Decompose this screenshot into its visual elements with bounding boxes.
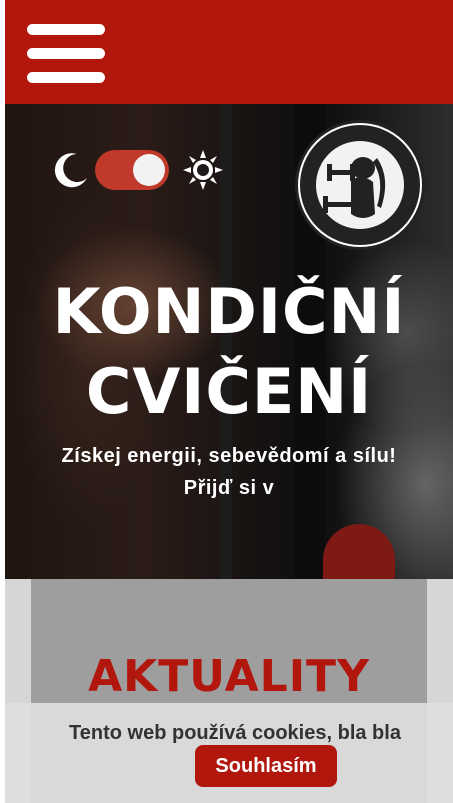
sun-icon[interactable] [181,148,225,192]
hero-title: KONDIČNÍ CVIČENÍ [5,272,453,432]
hero-subtitle-line: Získej energii, sebevědomí a sílu! [61,445,397,467]
hamburger-menu-icon[interactable] [27,24,107,84]
moon-icon[interactable] [51,150,91,190]
accept-cookies-button[interactable]: Souhlasím [195,745,337,787]
menu-line [27,24,105,35]
hero-section: KONDIČNÍ CVIČENÍ Získej energii, sebevěd… [5,104,453,579]
hero-subtitle-line: Přijď si v [183,477,275,499]
news-title: AKTUALITY [88,651,370,702]
top-bar [5,0,453,104]
hero-title-line: CVIČENÍ [85,355,373,428]
hero-title-line: KONDIČNÍ [52,275,406,348]
page: KONDIČNÍ CVIČENÍ Získej energii, sebevěd… [5,0,453,803]
switch-knob [133,154,165,186]
dark-mode-switch[interactable] [95,150,169,190]
cookie-banner: Tento web používá cookies, bla bla bla..… [5,703,453,803]
lion-logo-icon[interactable] [293,118,427,252]
theme-toggle [51,148,227,192]
menu-line [27,48,105,59]
hero-subtitle: Získej energii, sebevědomí a sílu! Přijď… [5,440,453,504]
menu-line [27,72,105,83]
